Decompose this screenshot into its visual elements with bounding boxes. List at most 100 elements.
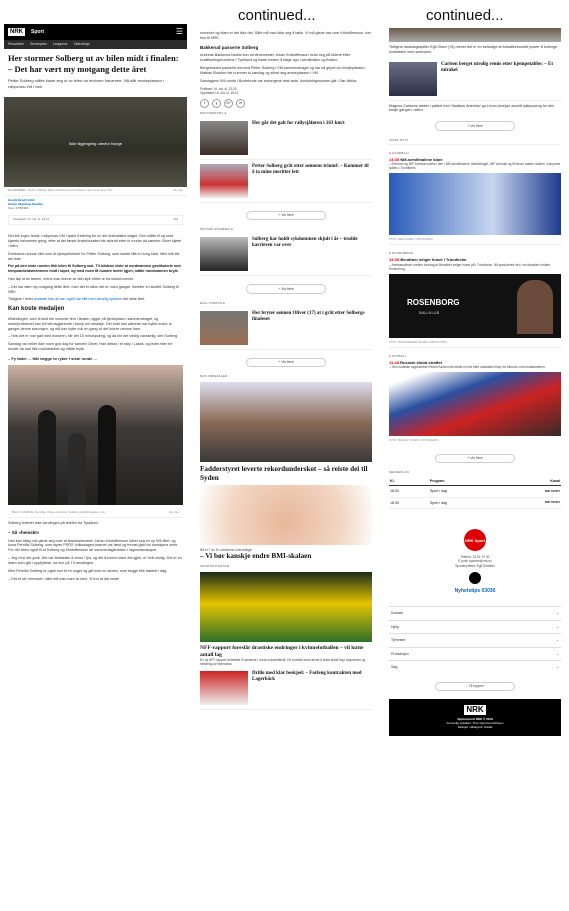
photo-caption-text: BALLY FAMILIE: Pernilla, Oliver og Pette… — [12, 510, 106, 515]
teaser-item[interactable]: Drillo med klar beskjed: – Forleng kontr… — [200, 667, 372, 710]
handball-photo[interactable] — [389, 173, 561, 236]
ticker-item[interactable]: ● HÅNDBALL 14:35 NM-semifinalene klare –… — [389, 143, 561, 245]
rosenborg-photo[interactable]: ROSENBORG BALLKLUB — [389, 273, 561, 338]
show-more-button[interactable]: + Vis flere — [246, 210, 326, 221]
subnav-resultater[interactable]: Resultater — [8, 42, 24, 47]
teaser-thumbnail — [200, 120, 248, 155]
section-label-text: RALLYCROSS — [200, 300, 222, 305]
sub-navigation: Resultater Sendeplan Langrenn Videoklipp — [4, 40, 187, 49]
subnav-sendeplan[interactable]: Sendeplan — [30, 42, 47, 47]
ticker-body: – Elverum og ØIF Arendal møtes i den i N… — [389, 161, 561, 170]
byline-org: Foto: NTB/NRK — [8, 205, 29, 210]
accordion-sog[interactable]: Søg ⌄ — [389, 660, 561, 674]
dot-icon: ● — [389, 354, 392, 359]
subheading: Bakkerud passerte Solberg — [200, 44, 259, 50]
video-caption-text: BILTRØBBEL: Petter Solberg fikk probleme… — [8, 187, 115, 192]
back-to-top-button[interactable]: ↑ Til toppen — [435, 681, 515, 692]
teaser-item[interactable]: Her går det galt for rallysjåføren i 163… — [200, 117, 372, 160]
accordion-produksjon[interactable]: Produksjon ⌄ — [389, 646, 561, 661]
rosenborg-text: ROSENBORG — [407, 297, 460, 307]
paragraph: morsomt og blant er det ikke det. Sånt m… — [200, 31, 372, 40]
teaser-item[interactable]: Carlsen berget utrolig remis etter kjemp… — [389, 58, 561, 101]
twitter-icon[interactable]: y — [212, 98, 221, 108]
person-figure — [98, 405, 116, 506]
football-photo[interactable] — [200, 572, 372, 643]
teaser-item[interactable]: Petter Solberg gråt etter sønnens triumf… — [200, 160, 372, 203]
ticker-label-text: HÅNDBALL — [392, 150, 410, 155]
show-more-button[interactable]: + Vis flere — [435, 121, 515, 131]
article-column-3: Tidligere landslagsspiller Egil Olsen (7… — [385, 24, 565, 911]
teaser-title: Drillo med klar beskjed: – Forleng kontr… — [252, 670, 362, 682]
fans-photo[interactable] — [389, 372, 561, 437]
photo-caption-more[interactable]: Vis mer — [169, 510, 179, 515]
teaser-title-large[interactable]: Fadderstyret leverte rekordunderskot – s… — [200, 465, 372, 482]
ticker-time: 14:35 — [389, 156, 400, 162]
site-header: NRK Sport ☰ — [4, 24, 187, 40]
section-title[interactable]: Sport — [31, 29, 44, 36]
teaser-title: Her går det galt for rallysjåføren i 163… — [252, 120, 345, 126]
table-cell: 16:00 — [389, 485, 429, 498]
table-row[interactable]: 16:00 Sport i dag NRK SPORT — [389, 485, 561, 498]
family-photo[interactable] — [8, 365, 183, 506]
podcast-icon[interactable] — [469, 571, 481, 584]
ticker-label: ● HÅNDBALL — [389, 150, 561, 156]
subnav-videoklipp[interactable]: Videoklipp — [74, 42, 90, 47]
top-image[interactable] — [389, 28, 561, 42]
table-cell: Sport i dag — [428, 497, 499, 510]
party-photo[interactable] — [200, 382, 372, 463]
email-icon[interactable]: ✉ — [236, 98, 245, 108]
paragraph: Andreas Bakkerud hadde kun verdensmester… — [200, 53, 351, 63]
rosenborg-subtext: BALLKLUB — [419, 309, 440, 315]
hamburger-icon[interactable]: ☰ — [176, 27, 183, 37]
accordion-label: Produksjon — [391, 651, 409, 656]
paragraph-with-link: Tidligere i helet avslørte han at han og… — [8, 297, 183, 302]
accordion-label: Hjelp — [391, 624, 399, 629]
photo-credit: FOTO: TROND REIDAR TEIGEN / NTB SCANPIX — [389, 340, 448, 344]
teaser-item[interactable]: Solberg har holdt sykdommen skjult i år … — [200, 233, 372, 277]
article-title: Her stormer Solberg ut av bilen midt i f… — [8, 53, 179, 74]
video-caption-more[interactable]: Se mer — [173, 188, 183, 193]
paragraph: Magnus Carlsens tabber i partiet mot Vla… — [389, 103, 555, 113]
inline-article-link[interactable]: avslørte han at han også har slitt med a… — [34, 297, 122, 301]
paragraph: Tidligere landslagsspiller Egil Olsen (7… — [389, 45, 558, 54]
belly-photo[interactable] — [200, 485, 372, 546]
continued-label-1: continued... — [238, 7, 316, 24]
accordion-hjelp[interactable]: Hjelp ⌄ — [389, 619, 561, 634]
accordion-tjenester[interactable]: Tjenester ⌄ — [389, 633, 561, 647]
table-row[interactable]: 16:30 Sport i dag NRK SPORT — [389, 497, 561, 510]
share-button[interactable]: Del — [173, 218, 178, 222]
teaser-title-large[interactable]: – Vi bør kanskje endre BMI-skalaen — [200, 552, 372, 561]
paragraph: – Det er så «hemskt», sånt må man bare t… — [8, 576, 120, 581]
show-more-button[interactable]: + Vis flere — [435, 453, 515, 464]
section-label: SISTE NYTT — [389, 137, 409, 142]
paragraph: – Jeg vil si det godt. Det var fantastis… — [8, 556, 182, 565]
accordion-kontakt[interactable]: Kontakt ⌄ — [389, 606, 561, 620]
nrk-sport-logo[interactable]: NRK Sport — [464, 529, 486, 552]
nrk-footer-logo[interactable]: NRK — [464, 705, 486, 716]
ticker-headline: NM-semifinalene klare — [400, 156, 443, 162]
subheading: – Så «hemskt» — [8, 529, 40, 535]
video-player[interactable]: Ikke tilgjengelig utenfor Norge — [4, 96, 187, 187]
chevron-down-icon: ⌄ — [556, 624, 559, 629]
google-plus-icon[interactable]: G+ — [224, 98, 233, 108]
ticker-item[interactable]: ● FOTBALL 11:48 Russisk klubb straffet –… — [389, 347, 561, 446]
person-figure — [517, 279, 553, 334]
subnav-langrenn[interactable]: Langrenn — [53, 42, 68, 47]
news-tip-link[interactable]: Nyhetstips 03030 — [389, 588, 561, 595]
video-unavailable-text: Ikke tilgjengelig utenfor Norge — [69, 140, 122, 146]
share-buttons: f y G+ ✉ — [200, 98, 372, 108]
updated-date: Oppdatert 16. okt. kl. 15:12 — [200, 90, 239, 95]
article-lead: Petter Solberg måtte kaste seg ut av bil… — [8, 78, 164, 89]
nrk-logo[interactable]: NRK — [8, 28, 25, 36]
show-more-button[interactable]: + Vis flere — [246, 284, 326, 294]
video-caption: BILTRØBBEL: Petter Solberg fikk probleme… — [4, 187, 187, 196]
teaser-title-large[interactable]: NFF-rapport foreslår drastiske endringer… — [200, 645, 372, 658]
ticker-body: – Adresseavisen melder torsdag at Bendtn… — [389, 262, 551, 271]
show-more-button[interactable]: + Vis flere — [246, 357, 326, 368]
photo-caption: BALLY FAMILIE: Pernilla, Oliver og Pette… — [8, 509, 183, 518]
facebook-icon[interactable]: f — [200, 98, 209, 108]
paragraph: Søndagens VM-runde i Buxtehude var seson… — [200, 78, 358, 83]
teaser-item[interactable]: Her bryter sønnen Oliver (17) at i gråt … — [200, 307, 372, 350]
table-cell: NRK SPORT — [498, 485, 561, 498]
ticker-item[interactable]: ● ROSENBORG 13:35 Bendtner selger huset … — [389, 244, 561, 347]
